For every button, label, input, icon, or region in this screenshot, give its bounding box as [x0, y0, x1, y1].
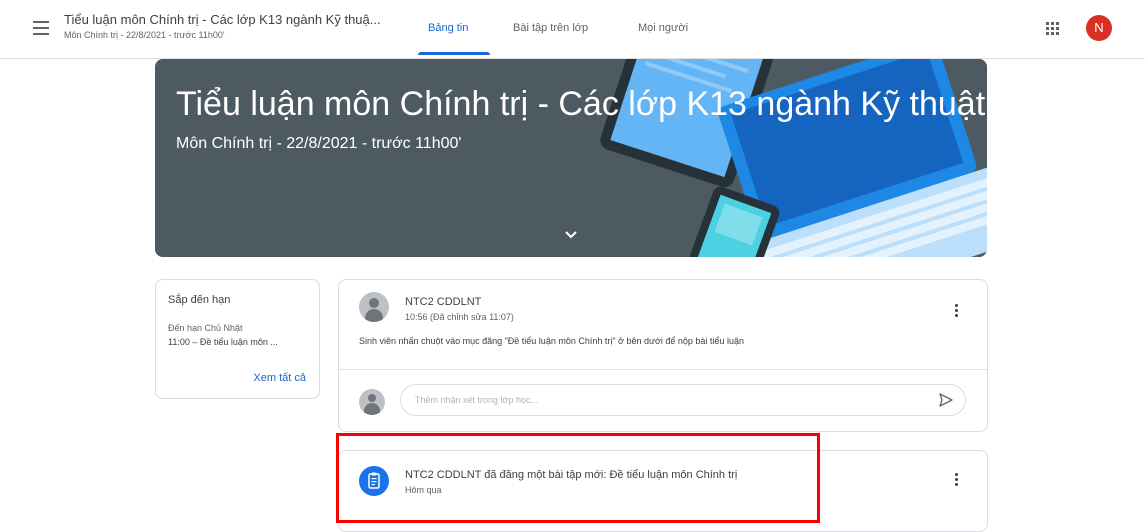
- tab-people[interactable]: Mọi người: [638, 22, 688, 34]
- account-avatar[interactable]: N: [1086, 15, 1112, 41]
- class-subtitle: Môn Chính trị - 22/8/2021 - trước 11h00': [64, 30, 225, 40]
- divider: [339, 369, 987, 370]
- more-options-icon[interactable]: [955, 304, 959, 320]
- upcoming-due-label: Đến hạn Chủ Nhật: [168, 323, 243, 333]
- view-all-link[interactable]: Xem tất cả: [253, 372, 306, 384]
- author-avatar: [359, 292, 389, 322]
- google-apps-icon[interactable]: [1046, 22, 1060, 36]
- class-banner: Tiểu luận môn Chính trị - Các lớp K13 ng…: [155, 59, 987, 257]
- banner-title: Tiểu luận môn Chính trị - Các lớp K13 ng…: [176, 85, 987, 123]
- class-comment-input[interactable]: [400, 384, 966, 416]
- user-avatar: [359, 389, 385, 415]
- upcoming-assignment-link[interactable]: 11:00 – Đề tiểu luận môn ...: [168, 337, 278, 347]
- active-tab-indicator: [418, 52, 490, 55]
- hamburger-menu-icon[interactable]: [33, 21, 49, 35]
- top-bar: Tiểu luận môn Chính trị - Các lớp K13 ng…: [0, 0, 1145, 59]
- post-time: 10:56 (Đã chỉnh sửa 11:07): [405, 312, 514, 322]
- upcoming-card: Sắp đến hạn Đến hạn Chủ Nhật 11:00 – Đề …: [155, 279, 320, 399]
- announcement-post: NTC2 CDDLNT 10:56 (Đã chỉnh sửa 11:07) S…: [338, 279, 988, 432]
- tab-classwork[interactable]: Bài tập trên lớp: [513, 22, 588, 34]
- chevron-down-icon[interactable]: [563, 229, 579, 241]
- class-title[interactable]: Tiểu luận môn Chính trị - Các lớp K13 ng…: [64, 12, 381, 27]
- banner-subtitle: Môn Chính trị - 22/8/2021 - trước 11h00': [176, 135, 462, 152]
- post-text: Sinh viên nhấn chuột vào mục đăng "Đề ti…: [359, 336, 744, 346]
- more-options-icon[interactable]: [955, 473, 959, 489]
- post-author: NTC2 CDDLNT: [405, 296, 482, 308]
- upcoming-title: Sắp đến hạn: [168, 294, 231, 306]
- tab-stream[interactable]: Bảng tin: [428, 22, 468, 34]
- send-icon[interactable]: [939, 393, 953, 407]
